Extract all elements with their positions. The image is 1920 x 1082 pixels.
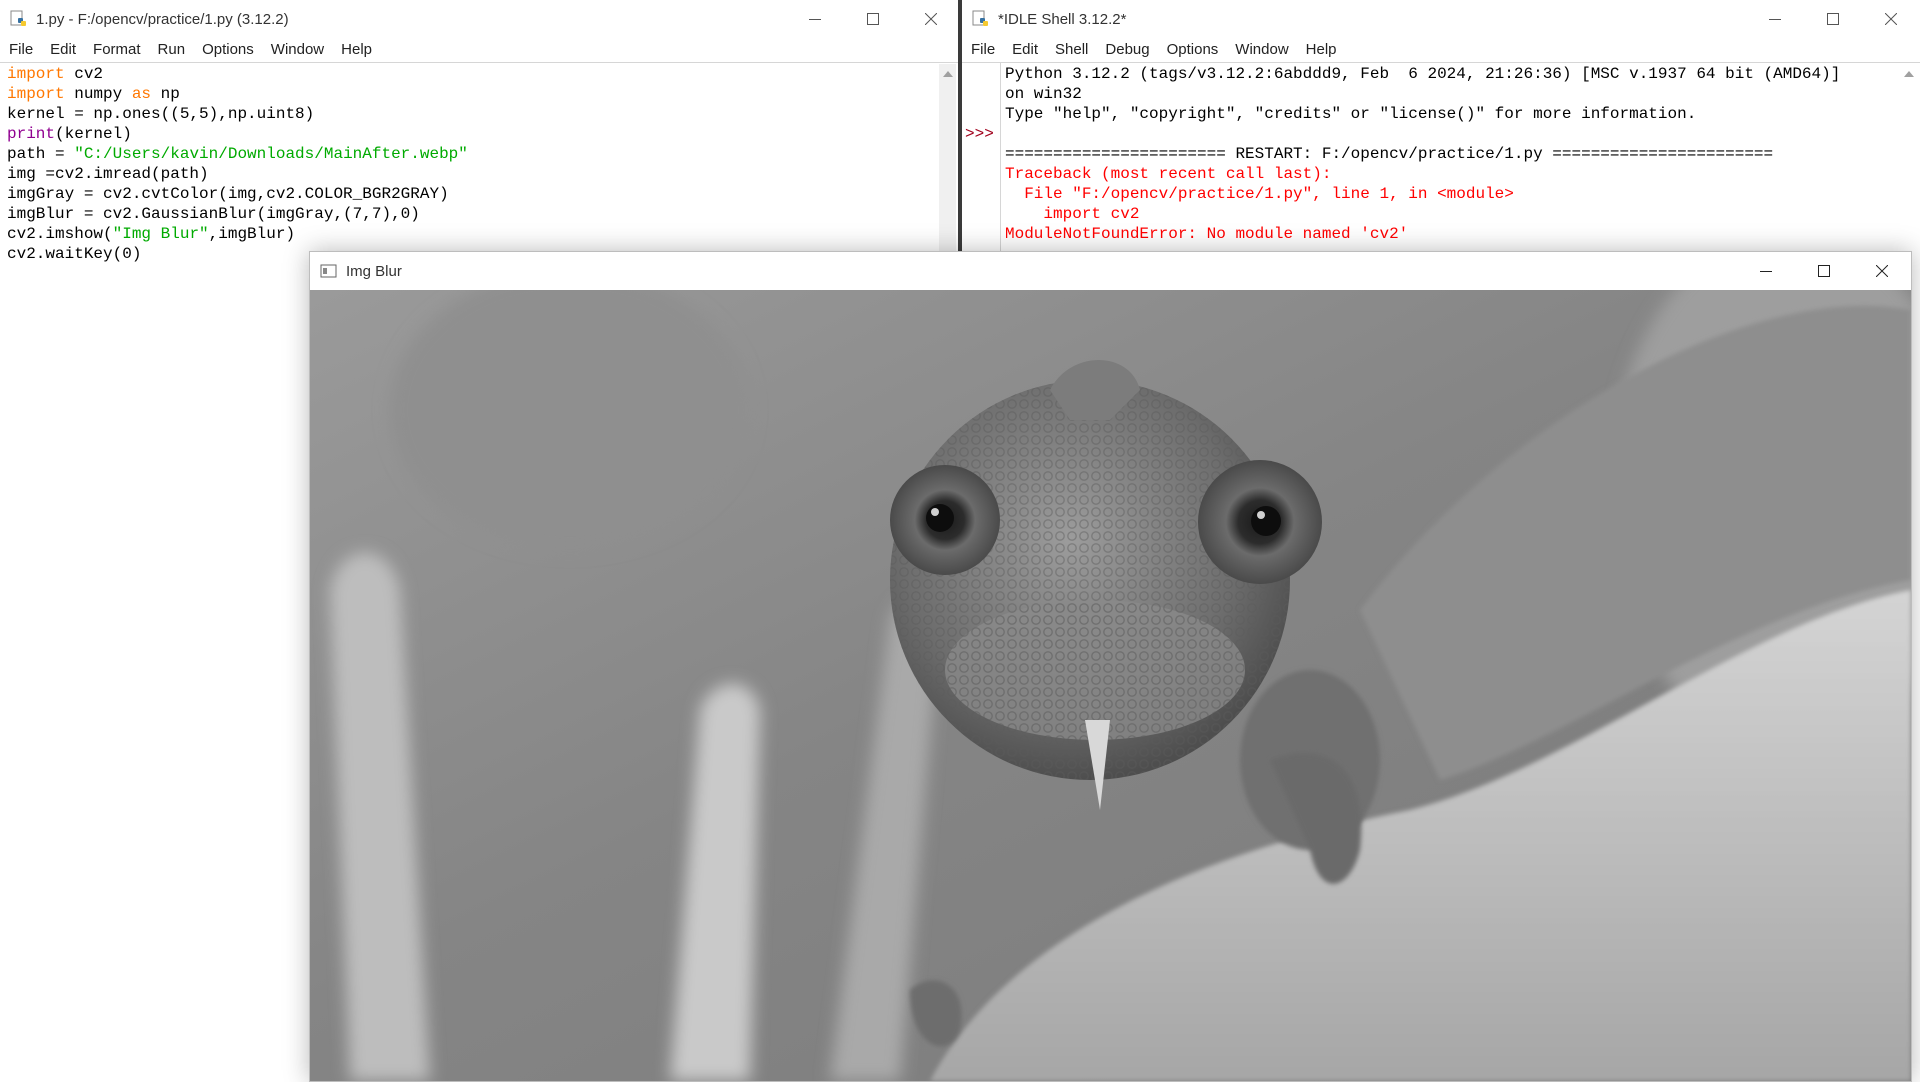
code-token: import cv2 (1005, 205, 1140, 223)
code-token: cv2 (64, 65, 104, 83)
code-line: ======================= RESTART: F:/open… (1005, 144, 1840, 164)
menu-shell[interactable]: Shell (1046, 38, 1096, 62)
shell-menu-divider (962, 62, 1920, 63)
code-token: File "F:/opencv/practice/1.py", line 1, … (1005, 185, 1514, 203)
shell-window-controls (1746, 0, 1920, 38)
editor-menu-divider (0, 62, 960, 63)
maximize-icon[interactable] (844, 0, 902, 38)
code-token: "C:/Users/kavin/Downloads/MainAfter.webp… (74, 145, 468, 163)
editor-code-area[interactable]: import cv2 import numpy as np kernel = np.… (7, 64, 468, 264)
code-token: cv2.waitKey(0) (7, 245, 142, 263)
code-token: path = (7, 145, 75, 163)
opencv-window-icon (320, 262, 338, 280)
editor-titlebar[interactable]: 1.py - F:/opencv/practice/1.py (3.12.2) (0, 0, 960, 38)
code-line: cv2.imshow("Img Blur",imgBlur) (7, 224, 468, 244)
code-token: ModuleNotFoundError: No module named 'cv… (1005, 225, 1409, 243)
shell-prompt: >>> (965, 125, 994, 143)
shell-output-area[interactable]: Python 3.12.2 (tags/v3.12.2:6abddd9, Feb… (1005, 64, 1840, 244)
scroll-up-icon[interactable] (1904, 71, 1914, 77)
editor-window-controls (786, 0, 960, 38)
scroll-up-icon[interactable] (943, 71, 953, 77)
minimize-icon[interactable] (1746, 0, 1804, 38)
python-icon (10, 10, 28, 28)
close-icon[interactable] (1853, 252, 1911, 290)
menu-window[interactable]: Window (262, 38, 332, 62)
code-line: import cv2 (7, 64, 468, 84)
maximize-icon[interactable] (1795, 252, 1853, 290)
code-token: cv2.imshow( (7, 225, 113, 243)
code-token: import (7, 85, 65, 103)
minimize-icon[interactable] (1737, 252, 1795, 290)
blurred-image (310, 290, 1911, 1081)
shell-menubar: File Edit Shell Debug Options Window Hel… (962, 38, 1920, 62)
menu-window[interactable]: Window (1226, 38, 1296, 62)
code-token: img =cv2.imread(path) (7, 165, 209, 183)
code-line: imgBlur = cv2.GaussianBlur(imgGray,(7,7)… (7, 204, 468, 224)
shell-title: *IDLE Shell 3.12.2* (998, 10, 1127, 28)
editor-menubar: File Edit Format Run Options Window Help (0, 38, 960, 62)
code-token: Python 3.12.2 (tags/v3.12.2:6abddd9, Feb… (1005, 65, 1841, 83)
code-token: "Img Blur" (112, 225, 209, 243)
menu-file[interactable]: File (962, 38, 1003, 62)
menu-format[interactable]: Format (84, 38, 149, 62)
code-line: import cv2 (1005, 204, 1840, 224)
code-line: imgGray = cv2.cvtColor(img,cv2.COLOR_BGR… (7, 184, 468, 204)
chameleon-image (310, 290, 1911, 1081)
img-blur-window-controls (1737, 252, 1911, 290)
code-token: numpy (64, 85, 132, 103)
close-icon[interactable] (902, 0, 960, 38)
code-token: (kernel) (55, 125, 132, 143)
editor-title: 1.py - F:/opencv/practice/1.py (3.12.2) (36, 10, 289, 28)
menu-options[interactable]: Options (193, 38, 262, 62)
close-icon[interactable] (1862, 0, 1920, 38)
code-token: print (7, 125, 56, 143)
code-token: Type "help", "copyright", "credits" or "… (1005, 105, 1697, 123)
menu-options[interactable]: Options (1158, 38, 1227, 62)
code-token: import (7, 65, 65, 83)
img-blur-window: Img Blur (309, 251, 1912, 1082)
code-line: Type "help", "copyright", "credits" or "… (1005, 104, 1840, 124)
code-line: ModuleNotFoundError: No module named 'cv… (1005, 224, 1840, 244)
code-line: print(kernel) (7, 124, 468, 144)
menu-help[interactable]: Help (1297, 38, 1345, 62)
code-line: import numpy as np (7, 84, 468, 104)
code-line: Python 3.12.2 (tags/v3.12.2:6abddd9, Feb… (1005, 64, 1840, 84)
menu-help[interactable]: Help (332, 38, 380, 62)
code-line: img =cv2.imread(path) (7, 164, 468, 184)
code-line: kernel = np.ones((5,5),np.uint8) (7, 104, 468, 124)
code-line: path = "C:/Users/kavin/Downloads/MainAft… (7, 144, 468, 164)
img-blur-title: Img Blur (346, 262, 402, 280)
menu-file[interactable]: File (0, 38, 41, 62)
code-token: Traceback (most recent call last): (1005, 165, 1332, 183)
minimize-icon[interactable] (786, 0, 844, 38)
menu-edit[interactable]: Edit (41, 38, 84, 62)
code-token: as (131, 85, 152, 103)
maximize-icon[interactable] (1804, 0, 1862, 38)
code-token: ,imgBlur) (208, 225, 296, 243)
code-token: np (151, 85, 180, 103)
code-token: imgBlur = cv2.GaussianBlur(imgGray,(7,7)… (7, 205, 420, 223)
code-line: Traceback (most recent call last): (1005, 164, 1840, 184)
code-token: ======================= RESTART: F:/open… (1005, 145, 1774, 163)
shell-titlebar[interactable]: *IDLE Shell 3.12.2* (962, 0, 1920, 38)
img-blur-titlebar[interactable]: Img Blur (310, 252, 1911, 290)
code-line: on win32 (1005, 84, 1840, 104)
code-token: on win32 (1005, 85, 1082, 103)
menu-edit[interactable]: Edit (1003, 38, 1046, 62)
menu-debug[interactable]: Debug (1096, 38, 1157, 62)
code-token: kernel = np.ones((5,5),np.uint8) (7, 105, 315, 123)
code-line: File "F:/opencv/practice/1.py", line 1, … (1005, 184, 1840, 204)
menu-run[interactable]: Run (149, 38, 194, 62)
python-icon (972, 10, 990, 28)
code-token: imgGray = cv2.cvtColor(img,cv2.COLOR_BGR… (7, 185, 449, 203)
